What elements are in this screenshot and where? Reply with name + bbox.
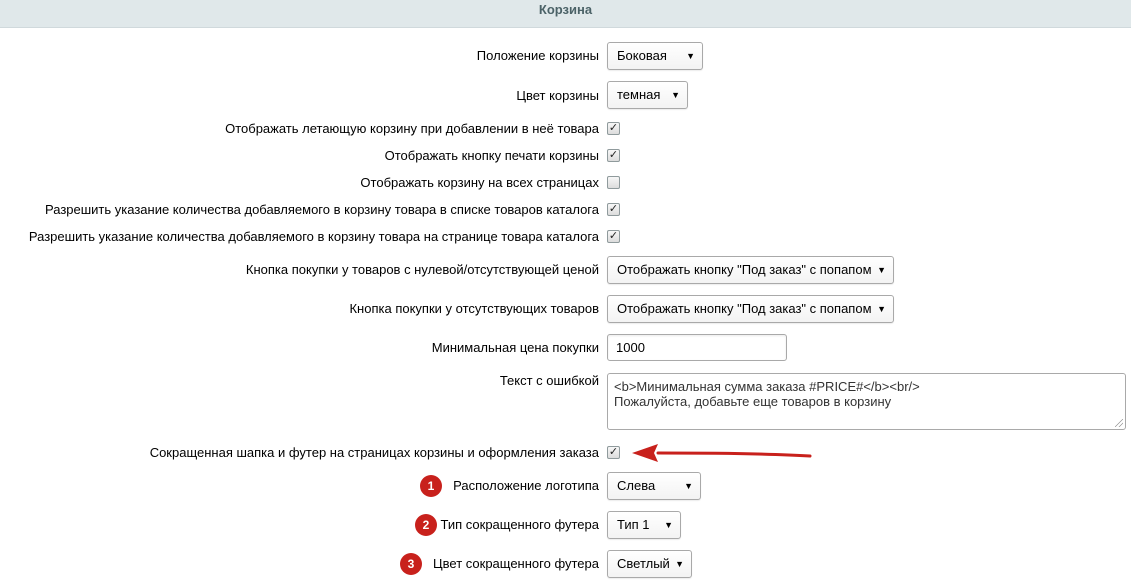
print-button-label: Отображать кнопку печати корзины [384,148,599,163]
footer-color-value: Светлый [617,556,670,571]
basket-position-value: Боковая [617,48,667,63]
short-header-checkbox[interactable]: ✓ [607,446,620,459]
basket-color-label: Цвет корзины [516,88,599,103]
step-badge-2: 2 [415,514,437,536]
logo-position-label: Расположение логотипа [453,478,599,493]
error-text-line-2: Пожалуйста, добавьте еще товаров в корзи… [614,394,892,409]
all-pages-label: Отображать корзину на всех страницах [360,175,599,190]
basket-position-label: Положение корзины [476,48,599,63]
check-icon: ✓ [608,203,619,215]
flying-basket-label: Отображать летающую корзину при добавлен… [225,121,599,136]
error-text-label: Текст с ошибкой [499,373,599,388]
error-text-line-1: <b>Минимальная сумма заказа #PRICE#</b><… [614,379,920,394]
missing-button-select[interactable]: Отображать кнопку "Под заказ" с попапом … [607,295,894,323]
qty-on-page-checkbox[interactable]: ✓ [607,230,620,243]
qty-in-list-label: Разрешить указание количества добавляемо… [45,202,599,217]
qty-on-page-label: Разрешить указание количества добавляемо… [28,229,599,244]
basket-color-select[interactable]: темная ▼ [607,81,688,109]
all-pages-checkbox[interactable] [607,176,620,189]
arrow-annotation-icon [632,444,812,462]
check-icon: ✓ [608,122,619,134]
chevron-down-icon: ▼ [877,304,886,314]
zero-price-button-value: Отображать кнопку "Под заказ" с попапом [617,262,872,277]
chevron-down-icon: ▼ [686,51,695,61]
basket-position-select[interactable]: Боковая ▼ [607,42,703,70]
footer-type-label: Тип сокращенного футера [440,517,599,532]
check-icon: ✓ [608,446,619,458]
basket-color-value: темная [617,87,661,102]
qty-in-list-checkbox[interactable]: ✓ [607,203,620,216]
section-title: Корзина [538,2,593,17]
resize-handle-icon[interactable] [1115,419,1123,427]
error-text-textarea[interactable]: <b>Минимальная сумма заказа #PRICE#</b><… [607,373,1126,430]
chevron-down-icon: ▼ [671,90,680,100]
logo-position-value: Слева [617,478,656,493]
footer-color-select[interactable]: Светлый ▼ [607,550,692,578]
check-icon: ✓ [608,149,619,161]
chevron-down-icon: ▼ [675,559,684,569]
step-badge-3: 3 [400,553,422,575]
short-header-label: Сокращенная шапка и футер на страницах к… [149,445,599,460]
flying-basket-checkbox[interactable]: ✓ [607,122,620,135]
zero-price-button-label: Кнопка покупки у товаров с нулевой/отсут… [245,262,599,277]
footer-type-select[interactable]: Тип 1 ▼ [607,511,681,539]
missing-button-value: Отображать кнопку "Под заказ" с попапом [617,301,872,316]
chevron-down-icon: ▼ [664,520,673,530]
check-icon: ✓ [608,230,619,242]
step-badge-1: 1 [420,475,442,497]
footer-type-value: Тип 1 [617,517,650,532]
section-header: Корзина [0,0,1131,28]
print-button-checkbox[interactable]: ✓ [607,149,620,162]
missing-button-label: Кнопка покупки у отсутствующих товаров [349,301,599,316]
chevron-down-icon: ▼ [877,265,886,275]
min-price-input[interactable]: 1000 [607,334,787,361]
logo-position-select[interactable]: Слева ▼ [607,472,701,500]
min-price-label: Минимальная цена покупки [431,340,599,355]
chevron-down-icon: ▼ [684,481,693,491]
footer-color-label: Цвет сокращенного футера [433,556,599,571]
zero-price-button-select[interactable]: Отображать кнопку "Под заказ" с попапом … [607,256,894,284]
min-price-value: 1000 [616,340,645,355]
